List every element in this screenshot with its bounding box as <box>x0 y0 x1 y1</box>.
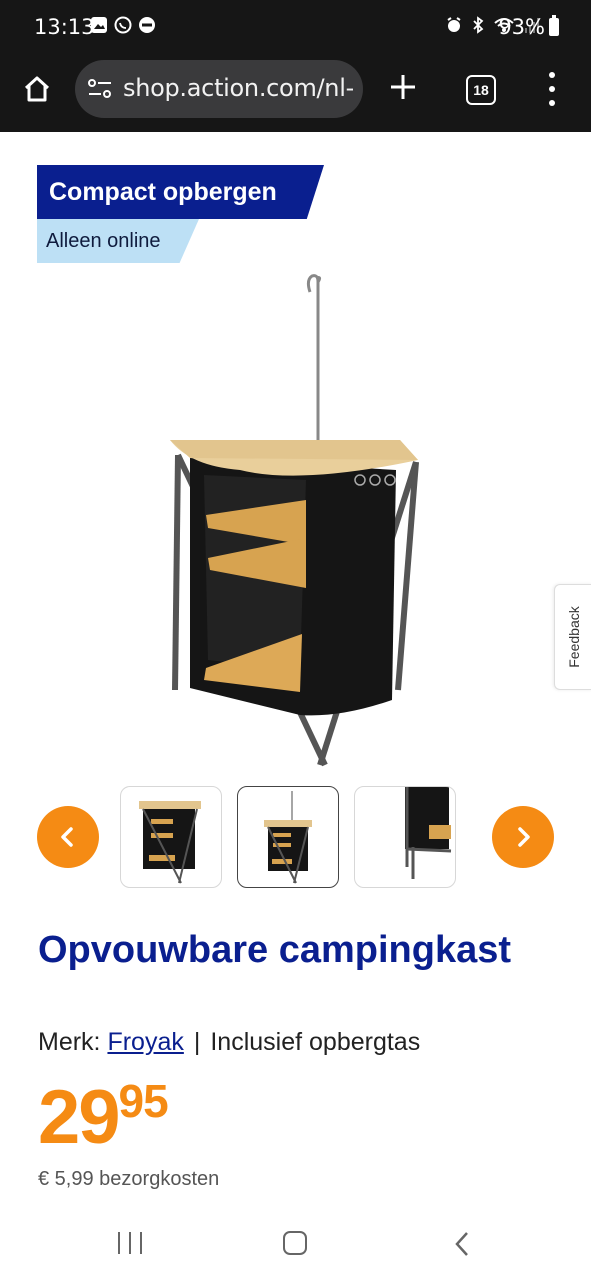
url-text[interactable]: shop.action.com/nl- <box>123 74 353 102</box>
product-title: Opvouwbare campingkast <box>38 929 512 971</box>
new-tab-button[interactable] <box>386 70 420 104</box>
home-nav-button[interactable] <box>283 1231 307 1255</box>
wear-icon <box>138 16 156 34</box>
status-bar: 13:13 93% <box>0 0 591 56</box>
more-vert-icon <box>549 72 555 78</box>
more-menu-button[interactable] <box>542 72 562 106</box>
tab-count: 18 <box>473 82 489 98</box>
product-image[interactable] <box>160 270 430 770</box>
promo-badge: Compact opbergen <box>37 165 324 219</box>
status-time: 13:13 <box>34 15 95 39</box>
product-feature: Inclusief opbergtas <box>210 1028 421 1056</box>
brand-line: Merk: Froyak | Inclusief opbergtas <box>38 1028 420 1057</box>
address-bar[interactable]: shop.action.com/nl- <box>75 60 363 118</box>
plus-icon <box>391 75 415 99</box>
bluetooth-icon <box>473 16 484 34</box>
tune-icon[interactable] <box>87 77 113 101</box>
whatsapp-icon <box>114 16 132 34</box>
price-integer: 29 <box>38 1075 121 1160</box>
notification-icons <box>90 16 156 34</box>
online-only-badge: Alleen online <box>37 219 199 263</box>
thumbnail-2[interactable] <box>237 786 339 888</box>
price: 2995 <box>38 1074 169 1161</box>
home-button[interactable] <box>18 70 56 108</box>
separator: | <box>193 1028 201 1056</box>
feedback-label: Feedback <box>565 606 582 668</box>
system-nav-bar <box>0 1212 591 1280</box>
thumbnail-1[interactable] <box>120 786 222 888</box>
alarm-icon <box>447 17 461 32</box>
shipping-cost: € 5,99 bezorgkosten <box>38 1168 220 1190</box>
browser-toolbar: shop.action.com/nl- 18 <box>0 56 591 132</box>
back-button[interactable] <box>452 1230 472 1258</box>
feedback-tab[interactable]: Feedback <box>554 584 591 690</box>
chevron-right-icon <box>518 827 530 847</box>
gallery-icon <box>90 16 108 34</box>
recents-button[interactable] <box>118 1232 142 1254</box>
price-decimal: 95 <box>118 1075 169 1127</box>
home-icon <box>24 76 50 102</box>
battery-percent: 93% <box>498 15 545 39</box>
carousel-prev-button[interactable] <box>37 806 99 868</box>
tabs-button[interactable]: 18 <box>466 75 496 105</box>
chevron-left-icon <box>61 827 73 847</box>
brand-link[interactable]: Froyak <box>107 1028 183 1056</box>
thumbnail-3[interactable] <box>354 786 456 888</box>
brand-label: Merk: <box>38 1028 101 1056</box>
battery-icon <box>549 15 559 36</box>
carousel-next-button[interactable] <box>492 806 554 868</box>
